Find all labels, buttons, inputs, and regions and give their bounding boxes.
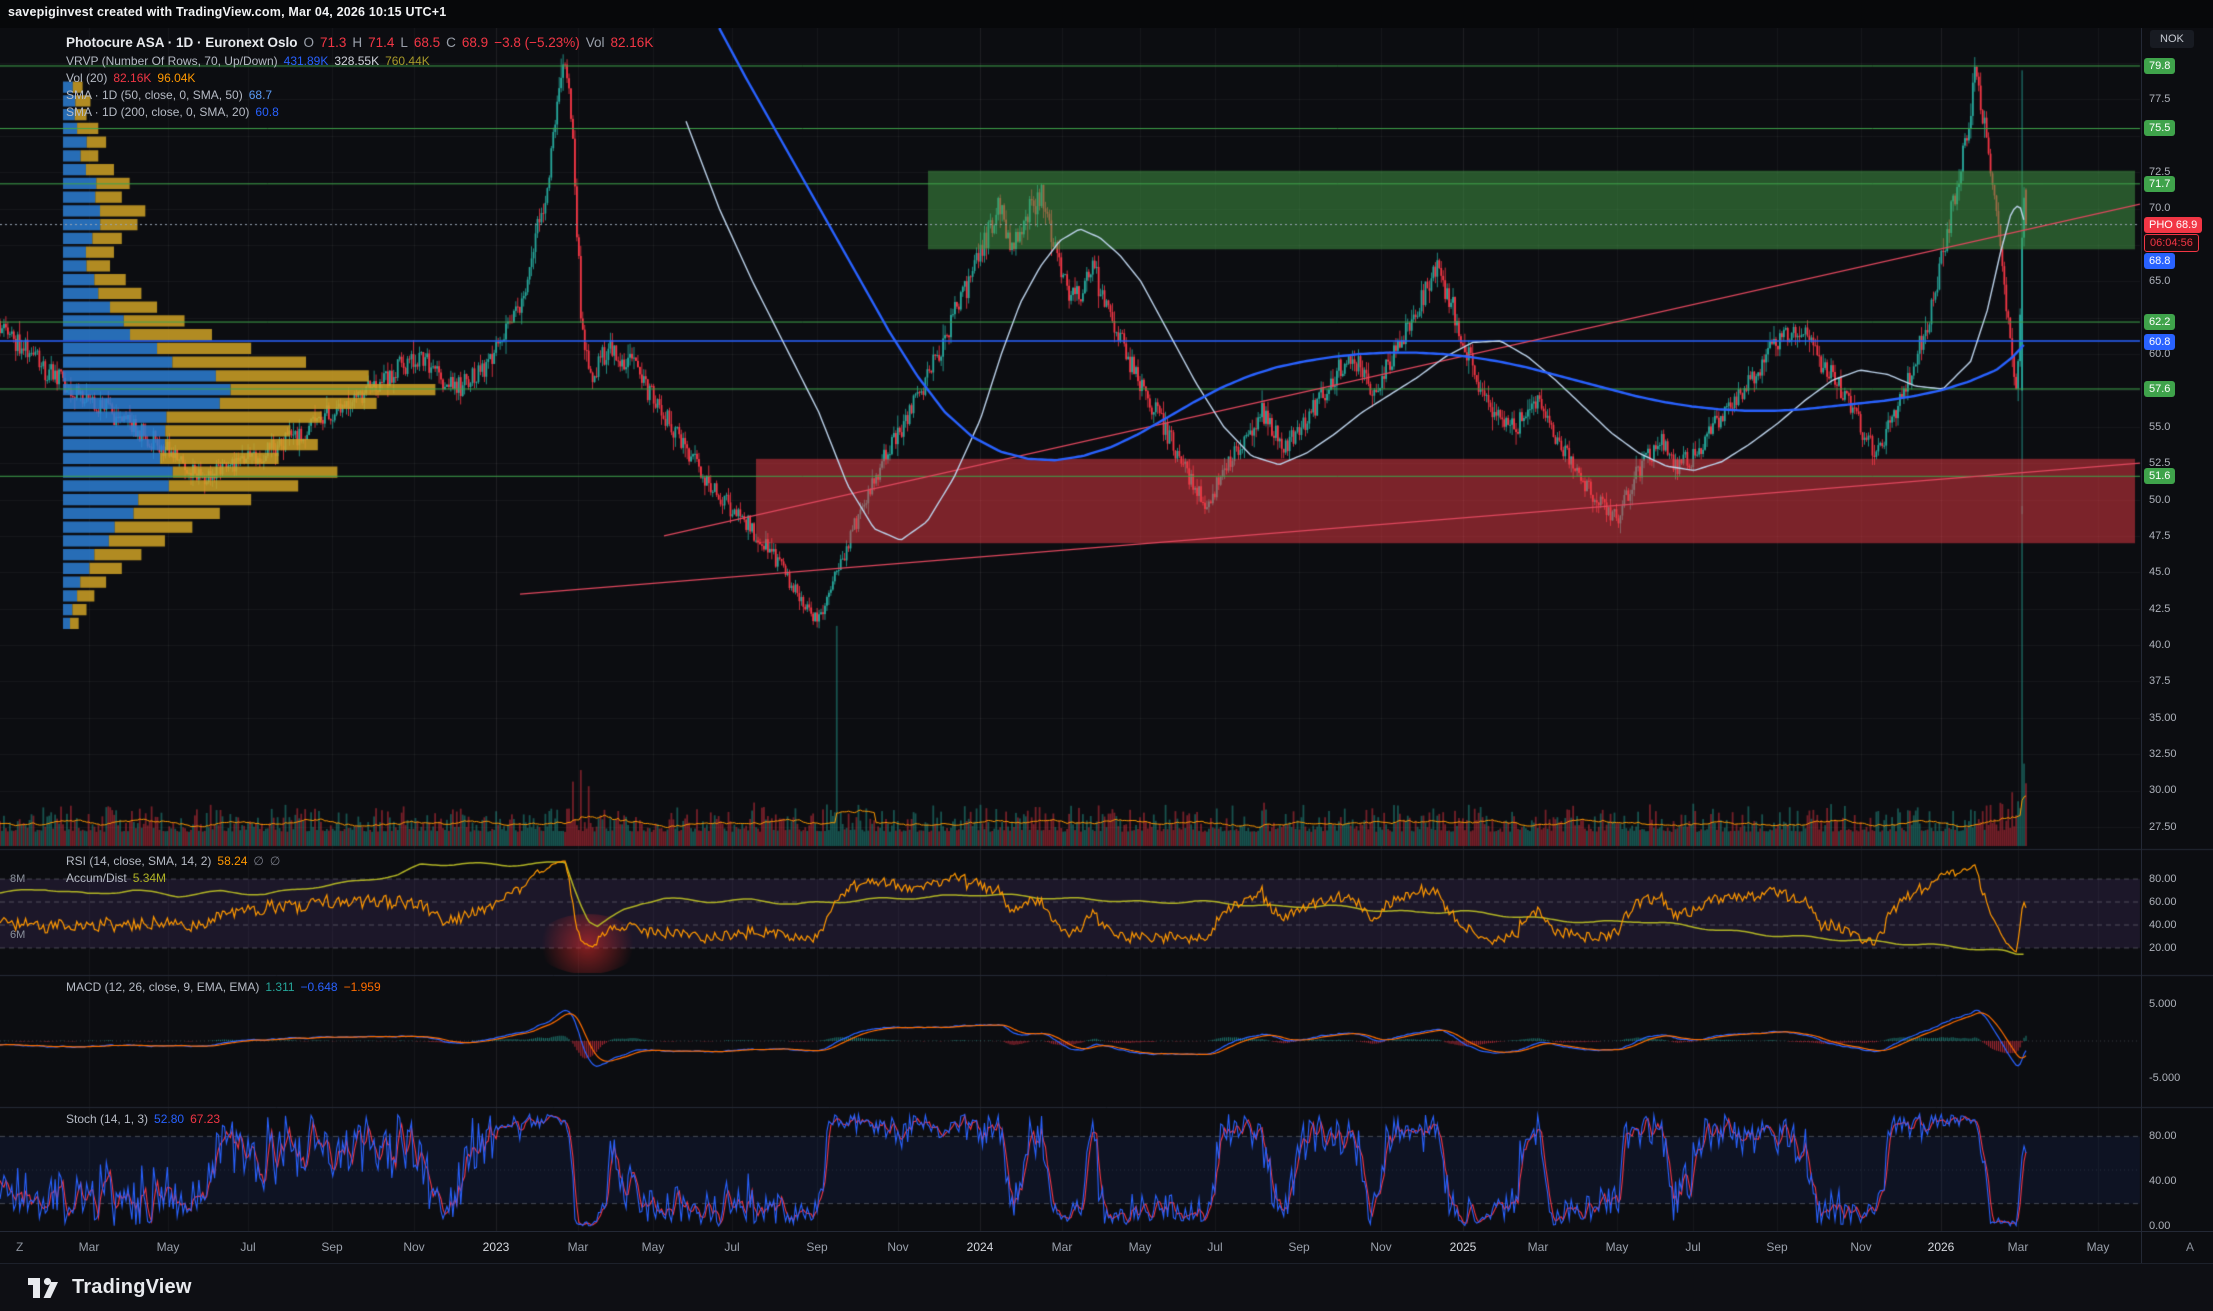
- time-axis-label: 2025: [1450, 1240, 1477, 1254]
- time-axis-label: Sep: [1288, 1240, 1309, 1254]
- price-scale-label: 77.5: [2149, 93, 2170, 105]
- price-scale-label: 35.00: [2149, 712, 2177, 724]
- price-scale-badge: 06:04:56: [2144, 234, 2199, 252]
- price-scale-label: 50.0: [2149, 494, 2170, 506]
- pane-scale-label: -5.000: [2149, 1072, 2180, 1084]
- time-axis-label: Jul: [1685, 1240, 1700, 1254]
- accum-dist-scale-label: 8M: [10, 873, 25, 885]
- tradingview-logo-icon[interactable]: [26, 1275, 60, 1301]
- time-axis-label: 2023: [483, 1240, 510, 1254]
- time-axis-label: Nov: [1370, 1240, 1391, 1254]
- attribution-bar: savepiginvest created with TradingView.c…: [0, 0, 2213, 28]
- autoscale-button[interactable]: A: [2186, 1240, 2194, 1254]
- time-axis-label: Mar: [568, 1240, 589, 1254]
- price-scale-badge: 68.8: [2144, 253, 2175, 269]
- time-axis-label: Mar: [79, 1240, 100, 1254]
- accum-dist-scale-label: 6M: [10, 929, 25, 941]
- time-axis-label: May: [642, 1240, 665, 1254]
- price-scale-label: 45.0: [2149, 566, 2170, 578]
- time-axis-label: Nov: [1850, 1240, 1871, 1254]
- time-axis-label: Sep: [321, 1240, 342, 1254]
- price-scale-label: 27.50: [2149, 821, 2177, 833]
- price-scale-label: 55.0: [2149, 421, 2170, 433]
- price-scale[interactable]: NOK 77.572.570.065.060.055.052.550.047.5…: [2141, 0, 2213, 1263]
- pane-scale-label: 60.00: [2149, 896, 2177, 908]
- timezone-button[interactable]: Z: [16, 1240, 23, 1254]
- time-axis-label: Nov: [403, 1240, 424, 1254]
- chart-canvas[interactable]: [0, 0, 2213, 1311]
- time-axis-label: Sep: [1766, 1240, 1787, 1254]
- time-axis-label: May: [157, 1240, 180, 1254]
- pane-scale-label: 80.00: [2149, 1130, 2177, 1142]
- time-axis-label: Jul: [724, 1240, 739, 1254]
- pane-scale-label: 5.000: [2149, 998, 2177, 1010]
- pane-scale-label: 40.00: [2149, 1175, 2177, 1187]
- time-axis-label: 2026: [1928, 1240, 1955, 1254]
- time-axis-label: Jul: [240, 1240, 255, 1254]
- price-scale-label: 65.0: [2149, 275, 2170, 287]
- price-scale-badge: 51.6: [2144, 468, 2175, 484]
- pane-scale-label: 80.00: [2149, 873, 2177, 885]
- tradingview-brand[interactable]: TradingView: [72, 1276, 192, 1299]
- price-scale-badge: PHO 68.9: [2144, 217, 2202, 233]
- bottom-toolbar: TradingView: [0, 1263, 2213, 1311]
- tradingview-chart-window: savepiginvest created with TradingView.c…: [0, 0, 2213, 1311]
- time-axis[interactable]: Mar May Jul Sep Nov 2023 Mar May Jul Sep Nov 2024 Ma…: [0, 1231, 2213, 1264]
- price-scale-label: 42.5: [2149, 603, 2170, 615]
- time-axis-label: May: [2087, 1240, 2110, 1254]
- price-scale-label: 40.0: [2149, 639, 2170, 651]
- price-scale-badge: 57.6: [2144, 381, 2175, 397]
- time-axis-label: Sep: [806, 1240, 827, 1254]
- attribution-text: savepiginvest created with TradingView.c…: [8, 5, 446, 19]
- pane-scale-label: 20.00: [2149, 942, 2177, 954]
- time-axis-label: May: [1129, 1240, 1152, 1254]
- time-axis-label: Jul: [1207, 1240, 1222, 1254]
- price-scale-label: 47.5: [2149, 530, 2170, 542]
- price-scale-badge: 71.7: [2144, 176, 2175, 192]
- time-axis-label: Mar: [1528, 1240, 1549, 1254]
- time-axis-label: Mar: [2008, 1240, 2029, 1254]
- price-scale-badge: 62.2: [2144, 314, 2175, 330]
- time-axis-label: 2024: [967, 1240, 994, 1254]
- price-scale-label: 32.50: [2149, 748, 2177, 760]
- time-axis-label: Mar: [1052, 1240, 1073, 1254]
- price-scale-badge: 79.8: [2144, 58, 2175, 74]
- price-scale-badge: 75.5: [2144, 120, 2175, 136]
- price-scale-label: 37.5: [2149, 675, 2170, 687]
- currency-button[interactable]: NOK: [2150, 30, 2194, 48]
- time-axis-label: May: [1606, 1240, 1629, 1254]
- price-scale-badge: 60.8: [2144, 334, 2175, 350]
- time-axis-label: Nov: [887, 1240, 908, 1254]
- price-scale-label: 70.0: [2149, 202, 2170, 214]
- price-scale-label: 30.00: [2149, 784, 2177, 796]
- pane-scale-label: 40.00: [2149, 919, 2177, 931]
